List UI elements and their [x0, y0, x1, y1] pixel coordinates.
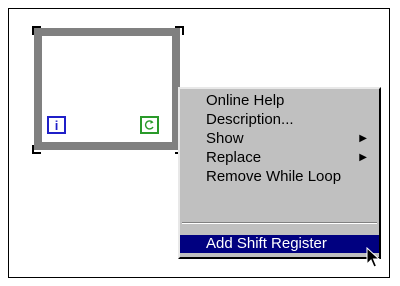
menu-item-remove-while-loop[interactable]: Remove While Loop: [180, 168, 379, 186]
menu-item-label: Replace: [206, 149, 262, 166]
mouse-pointer-icon: [366, 246, 382, 276]
menu-item-label: Online Help: [206, 92, 285, 109]
iteration-terminal[interactable]: i: [47, 116, 66, 134]
submenu-arrow-icon: ▶: [359, 133, 367, 144]
loop-condition-icon: [144, 120, 154, 130]
menu-item-show[interactable]: Show ▶: [180, 130, 379, 148]
resize-handle-bottom-left[interactable]: [32, 145, 41, 154]
submenu-arrow-icon: ▶: [359, 152, 367, 163]
menu-item-replace[interactable]: Replace ▶: [180, 149, 379, 167]
menu-item-label: Remove While Loop: [206, 168, 342, 185]
menu-item-add-shift-register[interactable]: Add Shift Register: [180, 235, 379, 253]
menu-item-description[interactable]: Description...: [180, 111, 379, 129]
menu-item-label: Description...: [206, 111, 294, 128]
conditional-terminal[interactable]: [140, 116, 159, 134]
menu-item-label: Add Shift Register: [206, 235, 327, 252]
resize-handle-top-right[interactable]: [175, 26, 184, 35]
menu-separator: [182, 222, 377, 224]
while-loop[interactable]: [32, 24, 184, 154]
resize-handle-top-left[interactable]: [32, 26, 41, 35]
context-menu: Online Help Description... Show ▶ Replac…: [178, 87, 381, 259]
menu-item-online-help[interactable]: Online Help: [180, 92, 379, 110]
menu-item-label: Show: [206, 130, 244, 147]
